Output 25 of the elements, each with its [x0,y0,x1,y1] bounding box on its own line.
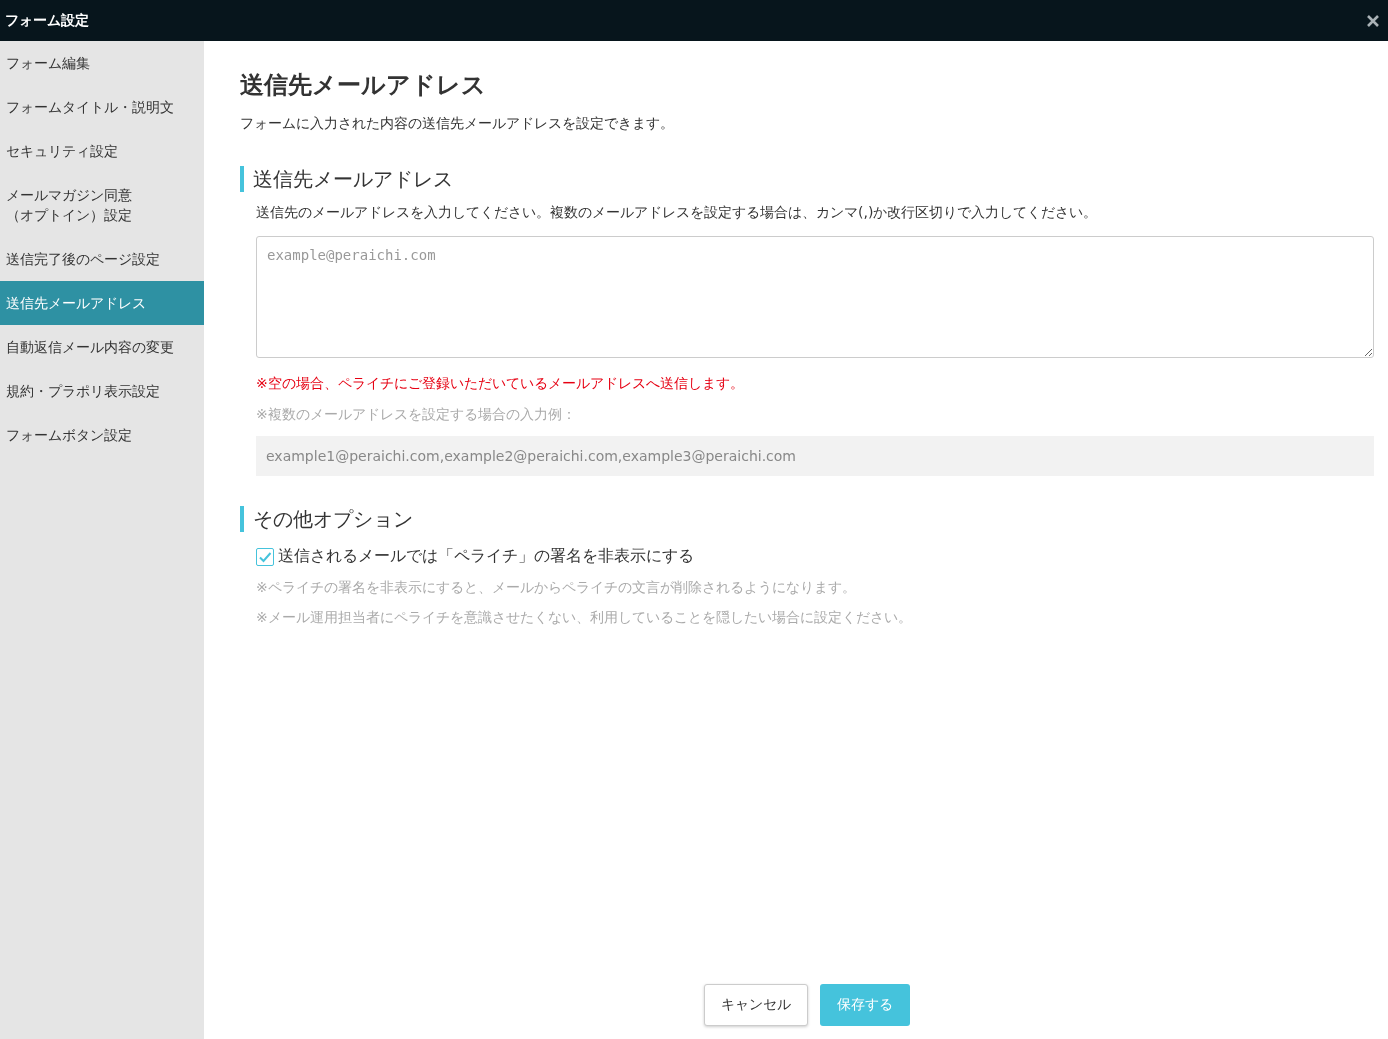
warning-text: ※空の場合、ペライチにご登録いただいているメールアドレスへ送信します。 [256,375,745,393]
page-description: フォームに入力された内容の送信先メールアドレスを設定できます。 [240,115,675,133]
cancel-button[interactable]: キャンセル [704,984,808,1026]
sidebar-item[interactable]: メールマガジン同意 （オプトイン）設定 [0,173,204,237]
note-text: ※メール運用担当者にペライチを意識させたくない、利用していることを隠したい場合に設定ください。 [256,609,913,627]
note-text: ※ペライチの署名を非表示にすると、メールからペライチの文言が削除されるようになります。 [256,579,857,597]
section-heading: その他オプション [240,506,1374,532]
sidebar-item[interactable]: 送信先メールアドレス [0,281,204,325]
close-icon[interactable] [1367,14,1379,27]
checkbox-label[interactable]: 送信されるメールでは「ペライチ」の署名を非表示にする [278,546,694,567]
sidebar-item[interactable]: 規約・プラポリ表示設定 [0,369,204,413]
sidebar-item[interactable]: フォームタイトル・説明文 [0,85,204,129]
example-text: example1@peraichi.com,example2@peraichi.com,example3@peraichi.com [256,436,1374,476]
sidebar-item[interactable]: セキュリティ設定 [0,129,204,173]
instruction-text: 送信先のメールアドレスを入力してください。複数のメールアドレスを設定する場合は、カンマ(,)か改行区切りで入力してください。 [256,204,1099,222]
example-label: ※複数のメールアドレスを設定する場合の入力例： [256,406,577,424]
checkbox[interactable] [256,547,274,566]
page-title: 送信先メールアドレス [240,70,487,101]
sidebar-item[interactable]: 送信完了後のページ設定 [0,237,204,281]
sidebar-item[interactable]: フォーム編集 [0,41,204,85]
window-title: フォーム設定 [5,11,89,30]
email-textarea[interactable]: example@peraichi.com [256,236,1374,358]
sidebar-item[interactable]: 自動返信メール内容の変更 [0,325,204,369]
sidebar-item[interactable]: フォームボタン設定 [0,413,204,457]
section-heading: 送信先メールアドレス [240,166,1374,192]
